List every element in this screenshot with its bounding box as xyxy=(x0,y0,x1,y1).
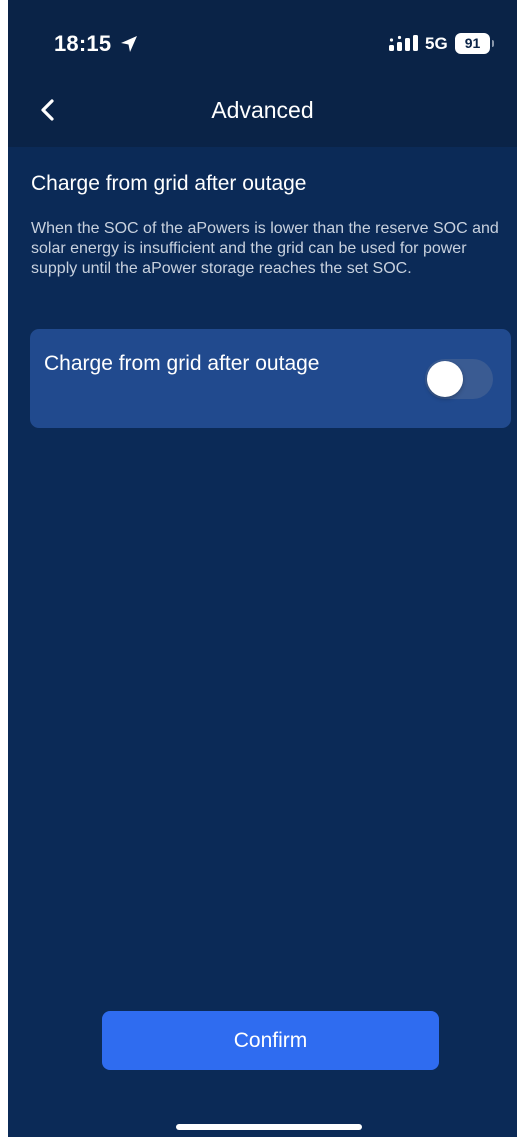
location-arrow-icon xyxy=(121,36,137,52)
battery-indicator: 91 xyxy=(455,33,490,54)
confirm-button[interactable]: Confirm xyxy=(102,1011,439,1070)
nav-bar: Advanced xyxy=(8,80,517,147)
header-area: 18:15 5G 91 Advanced xyxy=(8,0,517,147)
charge-from-grid-toggle[interactable] xyxy=(425,359,493,399)
page-title: Advanced xyxy=(211,97,314,123)
status-time: 18:15 xyxy=(54,31,112,56)
app-screen: 18:15 5G 91 Advanced Charge from grid af… xyxy=(8,0,517,1137)
toggle-knob xyxy=(427,361,463,397)
home-indicator xyxy=(176,1124,362,1130)
signal-bars-icon xyxy=(389,35,418,51)
status-bar: 18:15 5G 91 xyxy=(8,0,517,80)
section-title: Charge from grid after outage xyxy=(31,172,307,195)
network-type: 5G xyxy=(425,34,448,53)
charge-from-grid-card: Charge from grid after outage xyxy=(30,329,511,428)
section-description: When the SOC of the aPowers is lower tha… xyxy=(31,220,499,277)
charge-from-grid-label: Charge from grid after outage xyxy=(44,352,320,375)
battery-cap xyxy=(492,40,494,47)
